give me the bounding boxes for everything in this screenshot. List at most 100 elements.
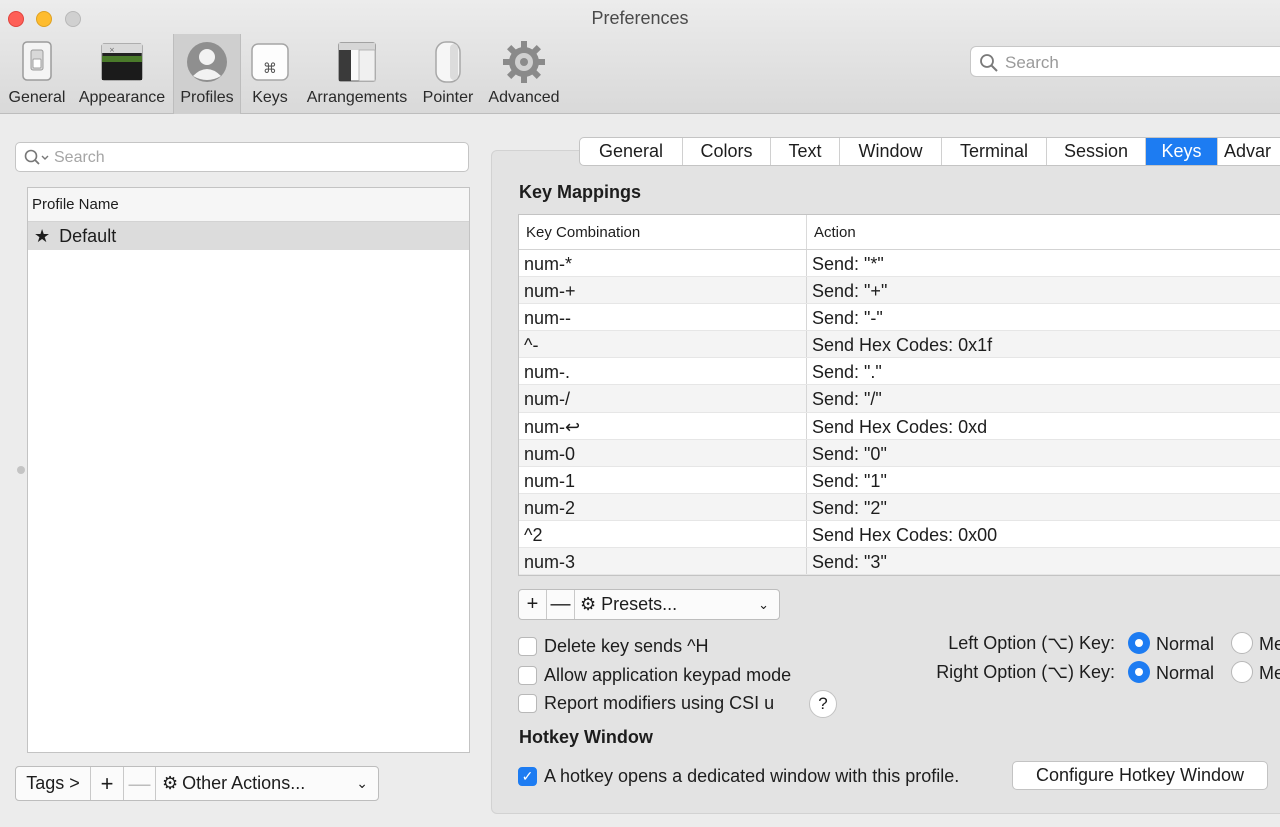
add-mapping-button[interactable]: + bbox=[519, 590, 547, 619]
remove-profile-button[interactable]: — bbox=[124, 767, 156, 800]
key-combination-cell: num-. bbox=[519, 358, 807, 385]
hotkey-window-title: Hotkey Window bbox=[519, 727, 653, 747]
key-combination-cell: num-/ bbox=[519, 385, 807, 412]
command-key-icon: ⌘ bbox=[251, 43, 289, 81]
key-combination-header[interactable]: Key Combination bbox=[519, 215, 807, 249]
switch-icon bbox=[22, 41, 52, 81]
toolbar-advanced[interactable]: Advanced bbox=[484, 34, 564, 114]
profile-search-input[interactable]: Search bbox=[15, 142, 469, 172]
table-row[interactable]: num-+ Send: "+" bbox=[519, 277, 1280, 305]
app-keypad-option[interactable]: Allow application keypad mode bbox=[518, 665, 791, 686]
toolbar-general[interactable]: General bbox=[2, 34, 72, 114]
action-header[interactable]: Action bbox=[807, 215, 856, 249]
table-row[interactable]: ^- Send Hex Codes: 0x1f bbox=[519, 331, 1280, 359]
hotkey-option[interactable]: ✓ A hotkey opens a dedicated window with… bbox=[518, 766, 959, 787]
key-combination-cell: ^- bbox=[519, 331, 807, 358]
tab-advanced[interactable]: Advar bbox=[1218, 138, 1280, 165]
presets-label: Presets... bbox=[601, 594, 678, 614]
toolbar-appearance[interactable]: × Appearance bbox=[74, 34, 170, 114]
chevron-down-icon: ⌄ bbox=[758, 596, 769, 612]
action-cell: Send: "2" bbox=[812, 497, 887, 518]
toolbar-keys[interactable]: ⌘ Keys bbox=[244, 34, 296, 114]
table-row[interactable]: num-2 Send: "2" bbox=[519, 493, 1280, 521]
hotkey-checkbox[interactable]: ✓ bbox=[518, 767, 537, 786]
profile-actions-bar: Tags > + — ⚙ Other Actions... ⌄ bbox=[15, 766, 379, 801]
left-option-normal-label: Normal bbox=[1156, 634, 1215, 654]
mouse-icon bbox=[435, 41, 461, 83]
split-view-handle[interactable] bbox=[17, 466, 25, 474]
table-row[interactable]: ^2 Send Hex Codes: 0x00 bbox=[519, 520, 1280, 549]
search-icon bbox=[980, 54, 998, 72]
gear-icon: ⚙ bbox=[162, 773, 179, 793]
tab-colors[interactable]: Colors bbox=[683, 138, 771, 165]
configure-hotkey-button[interactable]: Configure Hotkey Window bbox=[1012, 761, 1268, 790]
toolbar-search-input[interactable]: Search bbox=[970, 46, 1280, 77]
search-placeholder: Search bbox=[1005, 53, 1059, 72]
delete-key-option[interactable]: Delete key sends ^H bbox=[518, 636, 709, 657]
table-row[interactable]: num-↩ Send Hex Codes: 0xd bbox=[519, 412, 1280, 440]
tab-keys[interactable]: Keys bbox=[1146, 138, 1218, 165]
left-option-meta-radio[interactable] bbox=[1231, 632, 1253, 654]
window-arrangement-icon bbox=[338, 42, 376, 82]
toolbar-label: Pointer bbox=[422, 89, 474, 106]
tab-terminal[interactable]: Terminal bbox=[942, 138, 1047, 165]
app-keypad-checkbox[interactable] bbox=[518, 666, 537, 685]
key-combination-cell: num-0 bbox=[519, 439, 807, 466]
right-option-meta-radio[interactable] bbox=[1231, 661, 1253, 683]
action-cell: Send: "-" bbox=[812, 308, 883, 329]
right-option-label: Right Option (⌥) Key: bbox=[936, 662, 1115, 682]
table-row[interactable]: num-0 Send: "0" bbox=[519, 439, 1280, 467]
action-cell: Send: "+" bbox=[812, 281, 888, 302]
profile-name: Default bbox=[59, 226, 117, 246]
gear-icon bbox=[503, 41, 545, 83]
key-combination-cell: num-- bbox=[519, 304, 807, 331]
presets-popup[interactable]: ⚙ Presets... ⌄ bbox=[575, 590, 779, 619]
toolbar: Preferences General × Appearance Profile… bbox=[0, 0, 1280, 114]
toolbar-arrangements[interactable]: Arrangements bbox=[302, 34, 412, 114]
chevron-down-icon: ⌄ bbox=[356, 775, 368, 791]
key-combination-cell: num-2 bbox=[519, 493, 807, 520]
terminal-window-icon: × bbox=[101, 43, 143, 81]
app-keypad-label: Allow application keypad mode bbox=[544, 665, 792, 685]
right-option-normal-radio[interactable] bbox=[1128, 661, 1150, 683]
action-cell: Send: "/" bbox=[812, 389, 882, 410]
key-mappings-table: Key Combination Action num-* Send: "*" num… bbox=[518, 214, 1280, 576]
table-row[interactable]: num-/Send: "/" bbox=[519, 385, 1280, 413]
svg-text:×: × bbox=[109, 46, 115, 54]
person-icon bbox=[187, 42, 227, 82]
add-profile-button[interactable]: + bbox=[91, 767, 124, 800]
table-row[interactable]: num-- Send: "-" bbox=[519, 304, 1280, 332]
table-row[interactable]: num-. Send: "." bbox=[519, 358, 1280, 386]
tab-text[interactable]: Text bbox=[771, 138, 840, 165]
tab-general[interactable]: General bbox=[580, 138, 683, 165]
help-button[interactable]: ? bbox=[809, 690, 837, 718]
profile-row-default[interactable]: ★ Default bbox=[28, 222, 469, 250]
action-cell: Send: "3" bbox=[812, 552, 887, 573]
left-option-normal-radio[interactable] bbox=[1128, 632, 1150, 654]
delete-key-checkbox[interactable] bbox=[518, 637, 537, 656]
report-modifiers-checkbox[interactable] bbox=[518, 694, 537, 713]
toolbar-label: Appearance bbox=[78, 89, 166, 106]
table-row[interactable]: num-3 Send: "3" bbox=[519, 548, 1280, 575]
report-modifiers-option[interactable]: Report modifiers using CSI u bbox=[518, 693, 774, 714]
action-cell: Send Hex Codes: 0x00 bbox=[812, 524, 998, 545]
toolbar-label: Profiles bbox=[180, 89, 234, 106]
tab-session[interactable]: Session bbox=[1047, 138, 1146, 165]
table-row[interactable]: num-* Send: "*" bbox=[519, 250, 1280, 278]
hotkey-label: A hotkey opens a dedicated window with t… bbox=[544, 766, 960, 786]
key-combination-cell: num-+ bbox=[519, 277, 807, 304]
other-actions-popup[interactable]: ⚙ Other Actions... ⌄ bbox=[156, 767, 378, 800]
toolbar-profiles[interactable]: Profiles bbox=[173, 34, 241, 114]
tags-button[interactable]: Tags > bbox=[16, 767, 91, 800]
gear-icon: ⚙ bbox=[580, 594, 597, 614]
key-mapping-controls: + — ⚙ Presets... ⌄ bbox=[518, 589, 780, 620]
table-row[interactable]: num-1 Send: "1" bbox=[519, 466, 1280, 494]
profile-name-header[interactable]: Profile Name bbox=[28, 188, 469, 222]
action-cell: Send: "0" bbox=[812, 443, 887, 464]
action-cell: Send Hex Codes: 0xd bbox=[812, 416, 988, 437]
toolbar-pointer[interactable]: Pointer bbox=[418, 34, 478, 114]
remove-mapping-button[interactable]: — bbox=[547, 590, 575, 619]
key-combination-cell: num-1 bbox=[519, 466, 807, 493]
tab-window[interactable]: Window bbox=[840, 138, 942, 165]
key-mappings-title: Key Mappings bbox=[519, 182, 642, 202]
